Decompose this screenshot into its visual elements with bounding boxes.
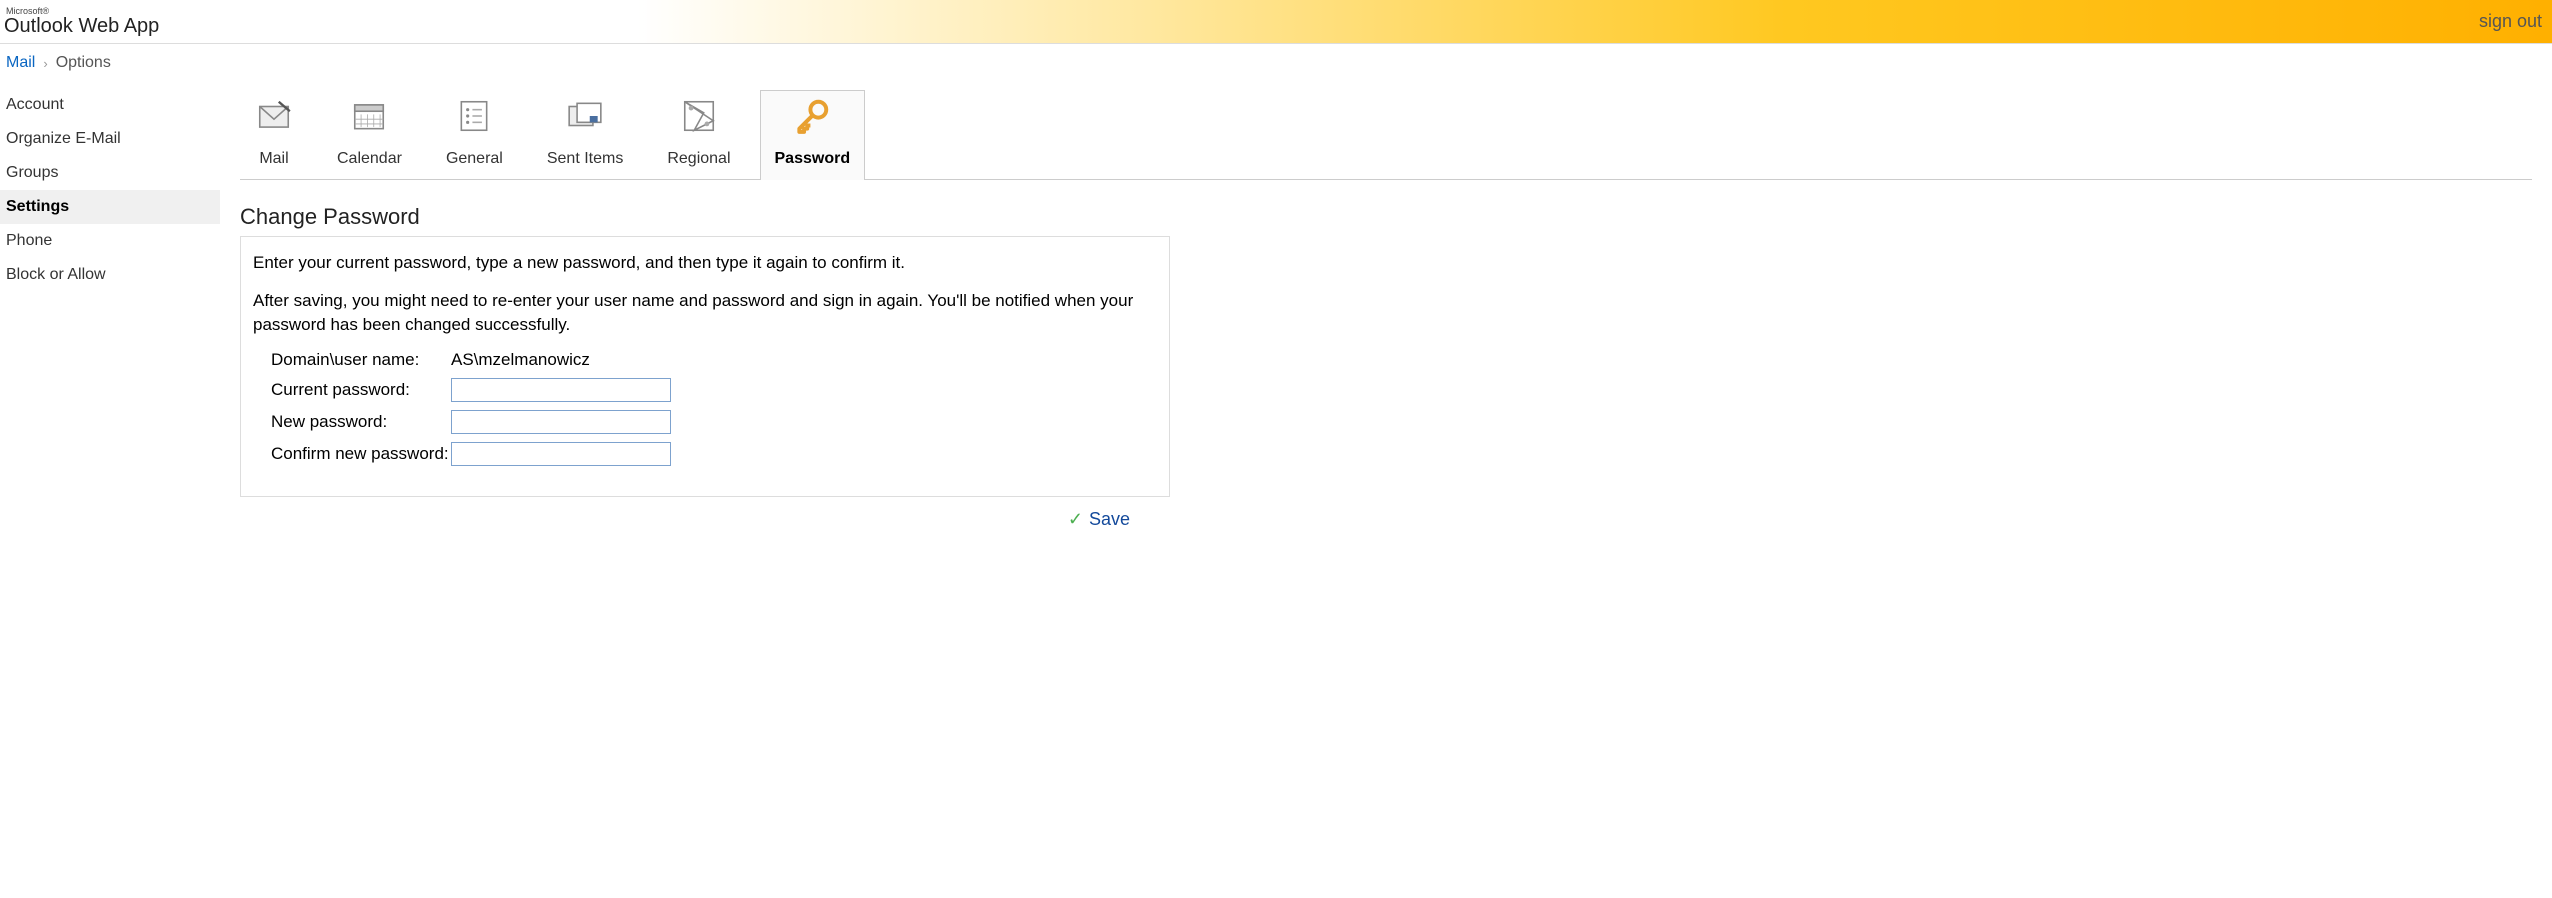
confirm-password-input[interactable] (451, 442, 671, 466)
save-row: ✓ Save (240, 497, 1170, 530)
new-password-label: New password: (271, 412, 451, 432)
app-name: Outlook Web App (4, 16, 159, 36)
current-password-input[interactable] (451, 378, 671, 402)
sidebar-item-settings[interactable]: Settings (0, 190, 220, 224)
tab-general[interactable]: General (431, 90, 518, 179)
tab-label: General (446, 150, 503, 168)
sign-out-link[interactable]: sign out (2479, 11, 2542, 32)
password-icon (793, 97, 831, 140)
tab-calendar[interactable]: Calendar (322, 90, 417, 179)
general-icon (455, 97, 493, 140)
regional-icon (680, 97, 718, 140)
calendar-icon (350, 97, 388, 140)
sidebar-item-phone[interactable]: Phone (0, 224, 220, 258)
app-logo: Microsoft® Outlook Web App (4, 7, 159, 36)
app-name-strong: Outlook (4, 15, 73, 37)
breadcrumb-current: Options (56, 54, 111, 72)
row-domain-user: Domain\user name: AS\mzelmanowicz (253, 350, 1157, 370)
panel-intro-1: Enter your current password, type a new … (253, 251, 1157, 275)
domain-user-value: AS\mzelmanowicz (451, 350, 590, 370)
tab-label: Mail (259, 150, 288, 168)
tab-password[interactable]: Password (760, 90, 866, 179)
breadcrumb-root[interactable]: Mail (6, 54, 35, 72)
sidebar-item-account[interactable]: Account (0, 88, 220, 122)
row-confirm-password: Confirm new password: (253, 442, 1157, 466)
sidebar: Account Organize E-Mail Groups Settings … (0, 82, 220, 538)
tab-label: Sent Items (547, 150, 623, 168)
sidebar-item-block-or-allow[interactable]: Block or Allow (0, 258, 220, 292)
app-name-light: Web App (73, 15, 159, 37)
domain-user-label: Domain\user name: (271, 350, 451, 370)
save-button[interactable]: Save (1089, 509, 1130, 530)
breadcrumb-separator-icon: › (43, 56, 47, 71)
change-password-panel: Change Password Enter your current passw… (240, 204, 2532, 530)
panel-title: Change Password (240, 204, 2532, 230)
row-current-password: Current password: (253, 378, 1157, 402)
row-new-password: New password: (253, 410, 1157, 434)
current-password-label: Current password: (271, 380, 451, 400)
main-layout: Account Organize E-Mail Groups Settings … (0, 82, 2552, 538)
tab-label: Calendar (337, 150, 402, 168)
checkmark-icon: ✓ (1068, 509, 1083, 530)
sidebar-item-organize-email[interactable]: Organize E-Mail (0, 122, 220, 156)
tab-sent-items[interactable]: Sent Items (532, 90, 638, 179)
tab-label: Password (775, 150, 851, 168)
tab-regional[interactable]: Regional (652, 90, 745, 179)
new-password-input[interactable] (451, 410, 671, 434)
content-area: Mail Calendar General Sent Items (220, 82, 2552, 538)
tabstrip: Mail Calendar General Sent Items (240, 90, 2532, 180)
app-header: Microsoft® Outlook Web App sign out (0, 0, 2552, 44)
tab-mail[interactable]: Mail (240, 90, 308, 179)
panel-box: Enter your current password, type a new … (240, 236, 1170, 497)
confirm-password-label: Confirm new password: (271, 444, 451, 464)
sent-items-icon (566, 97, 604, 140)
panel-intro-2: After saving, you might need to re-enter… (253, 289, 1157, 337)
mail-icon (255, 97, 293, 140)
tab-label: Regional (667, 150, 730, 168)
sidebar-item-groups[interactable]: Groups (0, 156, 220, 190)
breadcrumb: Mail › Options (0, 44, 2552, 82)
